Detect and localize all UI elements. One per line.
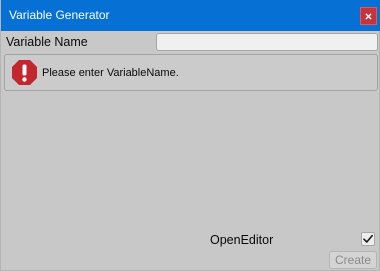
open-editor-checkbox[interactable] [361,232,375,246]
close-icon [365,13,372,20]
create-button[interactable]: Create [329,251,377,269]
checkmark-icon [363,234,373,243]
error-helpbox: Please enter VariableName. [4,54,378,91]
window-title: Variable Generator [9,8,110,22]
variable-name-input[interactable] [156,33,378,51]
close-button[interactable] [360,7,377,25]
variable-generator-window: Variable Generator Variable Name Please … [0,0,380,271]
open-editor-label: OpenEditor [210,233,274,247]
error-message: Please enter VariableName. [42,67,179,79]
error-icon [12,60,37,85]
title-bar[interactable]: Variable Generator [1,0,380,31]
variable-name-label: Variable Name [6,35,88,49]
